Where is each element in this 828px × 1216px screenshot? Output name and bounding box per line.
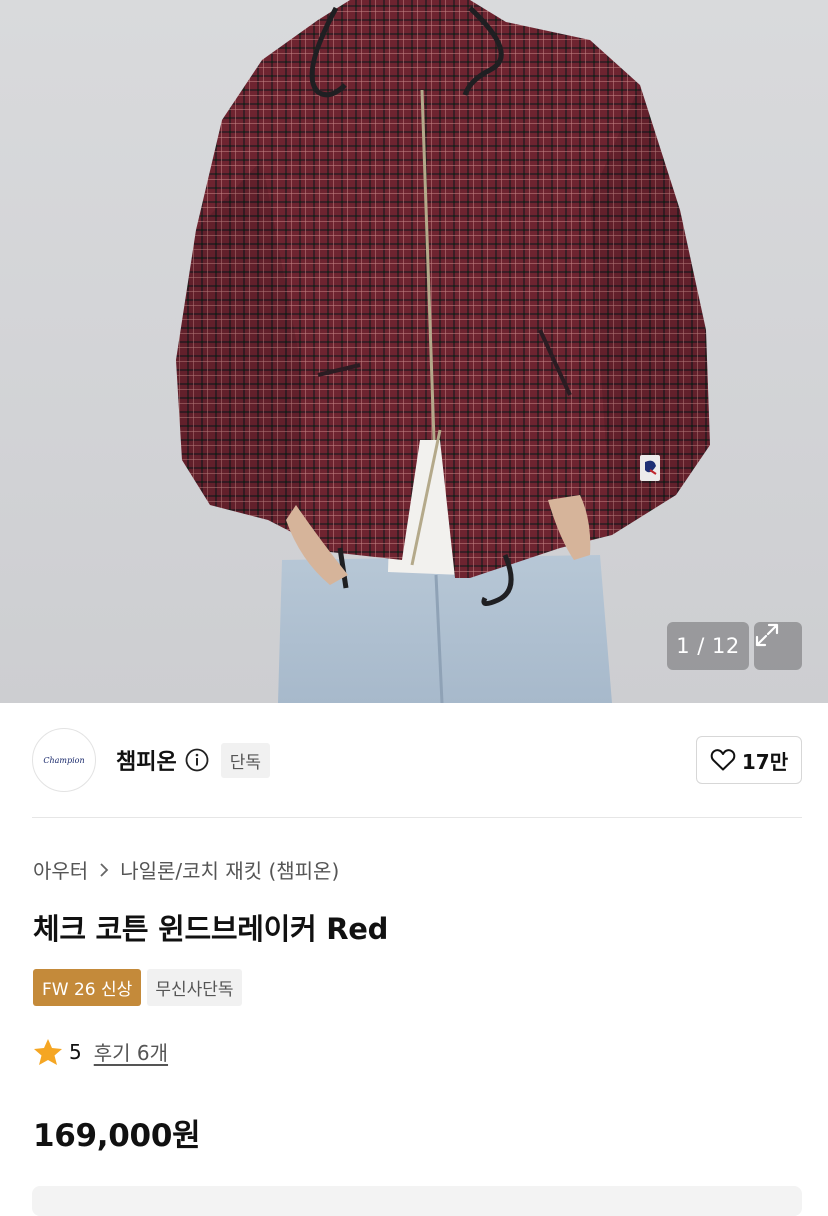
divider bbox=[32, 817, 802, 818]
brand-logo-text: Champion bbox=[43, 755, 85, 765]
product-tags: FW 26 신상 무신사단독 bbox=[33, 969, 242, 1006]
rating-row: 5 후기 6개 bbox=[33, 1037, 168, 1066]
heart-icon bbox=[710, 749, 736, 771]
product-image[interactable]: 1 / 12 bbox=[0, 0, 828, 703]
brand-name[interactable]: 챔피온 bbox=[116, 744, 177, 776]
product-price: 169,000원 bbox=[33, 1118, 201, 1154]
exclusive-badge: 단독 bbox=[220, 742, 271, 778]
info-box bbox=[32, 1186, 802, 1216]
star-icon bbox=[34, 1038, 62, 1065]
expand-icon bbox=[755, 623, 779, 647]
image-counter: 1 / 12 bbox=[667, 622, 749, 670]
chevron-right-icon bbox=[100, 862, 109, 877]
expand-button[interactable] bbox=[754, 622, 802, 670]
breadcrumb-item-category[interactable]: 아우터 bbox=[33, 855, 88, 884]
breadcrumb-item-subcategory[interactable]: 나일론/코치 재킷 (챔피온) bbox=[120, 855, 339, 884]
rating-value: 5 bbox=[69, 1039, 82, 1064]
brand-row: Champion 챔피온 단독 17만 bbox=[32, 727, 802, 793]
new-season-badge: FW 26 신상 bbox=[33, 969, 142, 1006]
exclusive-tag: 무신사단독 bbox=[147, 969, 242, 1006]
breadcrumb: 아우터 나일론/코치 재킷 (챔피온) bbox=[33, 855, 339, 884]
product-photo-illustration bbox=[176, 0, 710, 703]
product-title: 체크 코튼 윈드브레이커 Red bbox=[33, 912, 389, 946]
like-count: 17만 bbox=[741, 749, 789, 774]
reviews-link[interactable]: 후기 6개 bbox=[94, 1037, 168, 1066]
info-icon[interactable] bbox=[185, 748, 209, 772]
brand-logo[interactable]: Champion bbox=[32, 728, 96, 792]
like-button[interactable]: 17만 bbox=[696, 736, 802, 784]
